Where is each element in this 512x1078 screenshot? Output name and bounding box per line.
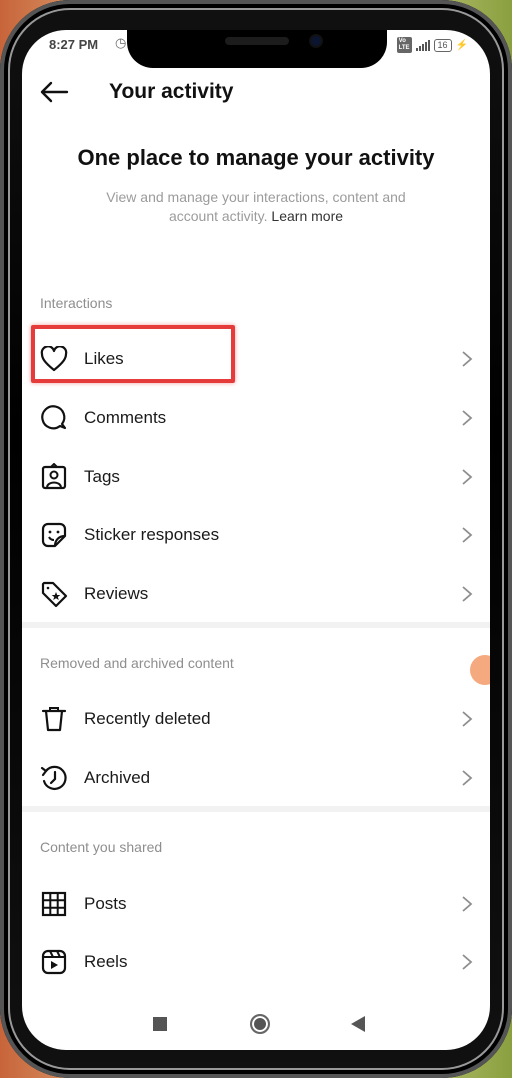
chevron-right-icon bbox=[462, 351, 473, 367]
volte-icon: Vo LTE bbox=[396, 37, 412, 53]
list-item-posts[interactable]: Posts bbox=[22, 879, 490, 929]
chevron-right-icon bbox=[462, 711, 473, 727]
system-nav-bar bbox=[22, 998, 490, 1050]
chevron-right-icon bbox=[462, 770, 473, 786]
item-label: Recently deleted bbox=[84, 709, 211, 728]
item-label: Comments bbox=[84, 408, 167, 427]
item-label: Reviews bbox=[84, 584, 149, 603]
chevron-right-icon bbox=[462, 469, 473, 485]
chevron-right-icon bbox=[462, 954, 473, 970]
screen: 8:27 PM ◷ Vo LTE 16 ⚡ Your activity One p… bbox=[22, 30, 490, 1050]
list-item-tags[interactable]: Tags bbox=[22, 452, 490, 502]
comment-bubble-icon bbox=[39, 403, 69, 433]
speaker bbox=[225, 37, 289, 45]
chevron-right-icon bbox=[462, 527, 473, 543]
list-item-reviews[interactable]: Reviews bbox=[22, 569, 490, 619]
status-icons: Vo LTE 16 ⚡ bbox=[396, 37, 468, 53]
section-label-removed-archived: Removed and archived content bbox=[40, 655, 234, 671]
chevron-right-icon bbox=[462, 586, 473, 602]
tag-person-icon bbox=[39, 462, 69, 492]
section-divider bbox=[22, 622, 490, 628]
signal-icon bbox=[415, 39, 430, 51]
list-item-likes[interactable]: Likes bbox=[22, 334, 490, 384]
item-label: Posts bbox=[84, 894, 127, 913]
item-label: Reels bbox=[84, 952, 128, 971]
trash-icon bbox=[39, 704, 69, 734]
lightning-bolt-icon: ⚡ bbox=[455, 39, 468, 51]
phone-frame: 8:27 PM ◷ Vo LTE 16 ⚡ Your activity One p… bbox=[0, 0, 512, 1078]
status-time: 8:27 PM bbox=[49, 37, 99, 52]
notch bbox=[127, 30, 387, 68]
reels-icon bbox=[39, 947, 69, 977]
back-button[interactable] bbox=[38, 78, 70, 106]
square-icon bbox=[153, 1017, 167, 1031]
hero: One place to manage your activity View a… bbox=[22, 142, 490, 226]
triangle-back-icon bbox=[351, 1016, 365, 1032]
arrow-left-icon bbox=[40, 81, 69, 103]
circle-icon bbox=[250, 1014, 270, 1034]
floating-touch-indicator bbox=[470, 655, 490, 685]
list-item-reels[interactable]: Reels bbox=[22, 937, 490, 987]
section-label-content-shared: Content you shared bbox=[40, 839, 163, 855]
sticker-smile-icon bbox=[39, 520, 69, 550]
tag-star-icon bbox=[39, 579, 69, 609]
section-label-interactions: Interactions bbox=[40, 295, 113, 311]
hero-title: One place to manage your activity bbox=[77, 145, 435, 170]
item-label: Sticker responses bbox=[84, 525, 220, 544]
front-camera bbox=[311, 36, 321, 46]
item-label: Likes bbox=[84, 349, 124, 368]
list-item-sticker-responses[interactable]: Sticker responses bbox=[22, 510, 490, 560]
list-item-archived[interactable]: Archived bbox=[22, 753, 490, 803]
archive-history-icon bbox=[39, 763, 69, 793]
chevron-right-icon bbox=[462, 410, 473, 426]
chevron-right-icon bbox=[462, 896, 473, 912]
system-back-button[interactable] bbox=[346, 1012, 370, 1036]
item-label: Archived bbox=[84, 768, 151, 787]
item-label: Tags bbox=[84, 467, 120, 486]
section-divider bbox=[22, 806, 490, 812]
list-item-recently-deleted[interactable]: Recently deleted bbox=[22, 694, 490, 744]
top-bar: Your activity bbox=[22, 70, 490, 114]
hero-description: View and manage your interactions, conte… bbox=[22, 188, 490, 226]
home-button[interactable] bbox=[248, 1012, 272, 1036]
grid-icon bbox=[39, 889, 69, 919]
hero-description-text: View and manage your interactions, conte… bbox=[106, 189, 406, 224]
learn-more-link[interactable]: Learn more bbox=[271, 208, 343, 224]
battery-icon: 16 bbox=[433, 38, 452, 52]
recents-button[interactable] bbox=[148, 1012, 172, 1036]
heart-icon bbox=[39, 344, 69, 374]
list-item-comments[interactable]: Comments bbox=[22, 393, 490, 443]
page-title: Your activity bbox=[109, 80, 234, 103]
alarm-clock-icon: ◷ bbox=[115, 35, 127, 50]
